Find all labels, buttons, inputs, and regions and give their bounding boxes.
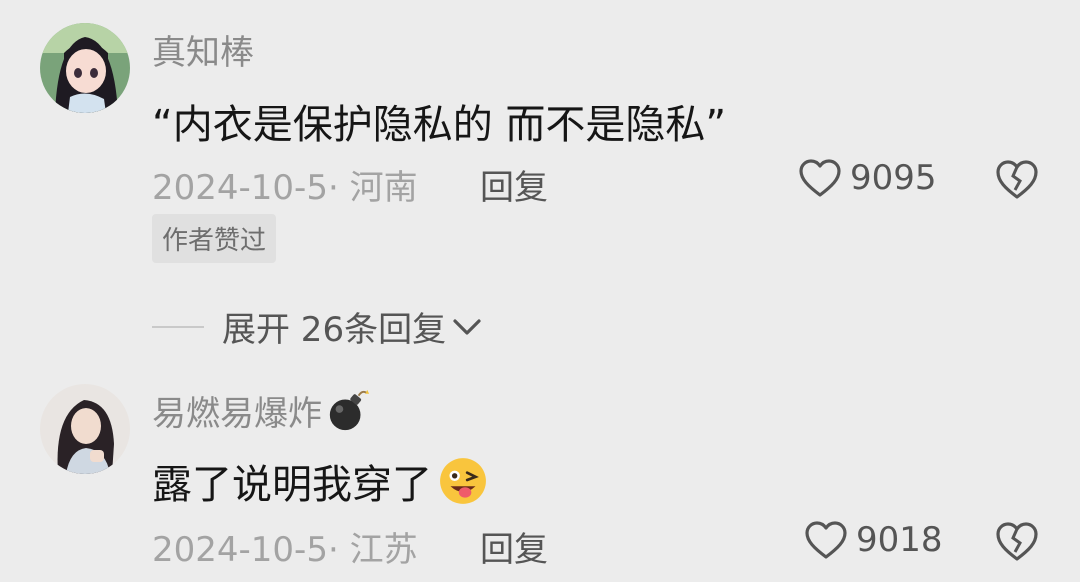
broken-heart-icon[interactable]: [994, 520, 1040, 562]
username[interactable]: 易燃易爆炸: [152, 386, 372, 435]
broken-heart-icon[interactable]: [994, 158, 1040, 200]
reply-button[interactable]: 回复: [480, 160, 548, 209]
like-button[interactable]: 9095: [798, 158, 937, 198]
date-location: 2024-10-5· 江苏: [152, 530, 418, 570]
heart-icon: [805, 521, 847, 559]
like-count: 9095: [850, 158, 937, 198]
bomb-icon: [329, 389, 370, 430]
heart-icon: [799, 159, 841, 197]
username[interactable]: 真知棒: [152, 25, 254, 74]
date-location: 2024-10-5· 河南: [152, 168, 418, 208]
anime-girl-avatar-icon: [40, 23, 130, 113]
author-liked-badge: 作者赞过: [152, 214, 277, 263]
reply-button[interactable]: 回复: [480, 522, 548, 571]
avatar[interactable]: [40, 384, 130, 474]
winking-tongue-emoji-icon: [440, 458, 486, 504]
comment-text: “内衣是保护隐私的 而不是隐私”: [152, 102, 727, 148]
expand-replies-label: 展开 26条回复: [222, 310, 447, 350]
like-count: 9018: [856, 520, 943, 560]
girl-photo-avatar-icon: [40, 384, 130, 474]
like-button[interactable]: 9018: [804, 520, 943, 560]
comment-text: 露了说明我穿了: [152, 452, 488, 510]
expand-replies-button[interactable]: 展开 26条回复: [152, 302, 482, 351]
avatar[interactable]: [40, 23, 130, 113]
divider-line: [152, 325, 204, 328]
chevron-down-icon: [453, 318, 481, 335]
